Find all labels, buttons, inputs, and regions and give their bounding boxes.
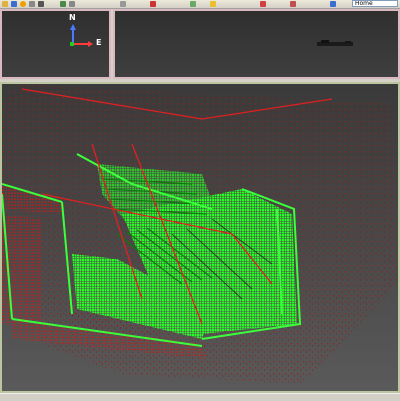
view-icon[interactable]	[29, 1, 35, 7]
segment-icon[interactable]	[69, 1, 75, 7]
axis-east-label: E	[96, 38, 102, 47]
filter-icon[interactable]	[60, 1, 66, 7]
layers-icon[interactable]	[190, 1, 196, 7]
search-input[interactable]: Home	[352, 0, 398, 7]
save-icon[interactable]	[11, 1, 17, 7]
paint-icon[interactable]	[150, 1, 156, 7]
thumbnail-pointcloud	[317, 40, 353, 46]
export-icon[interactable]	[330, 1, 336, 7]
open-icon[interactable]	[2, 1, 8, 7]
overview-viewport[interactable]: N E	[0, 9, 111, 79]
info-icon[interactable]	[210, 1, 216, 7]
plugin-icon[interactable]	[260, 1, 266, 7]
axis-north-label: N	[69, 13, 76, 22]
main-3d-viewport[interactable]	[0, 82, 400, 393]
orientation-gizmo	[70, 24, 93, 47]
settings-icon[interactable]	[120, 1, 126, 7]
point-cloud	[2, 84, 398, 384]
color-icon[interactable]	[20, 1, 26, 7]
main-toolbar: Home	[0, 0, 400, 9]
tool-icon[interactable]	[38, 1, 44, 7]
thumbnail-viewport[interactable]	[113, 9, 400, 79]
measure-icon[interactable]	[290, 1, 296, 7]
